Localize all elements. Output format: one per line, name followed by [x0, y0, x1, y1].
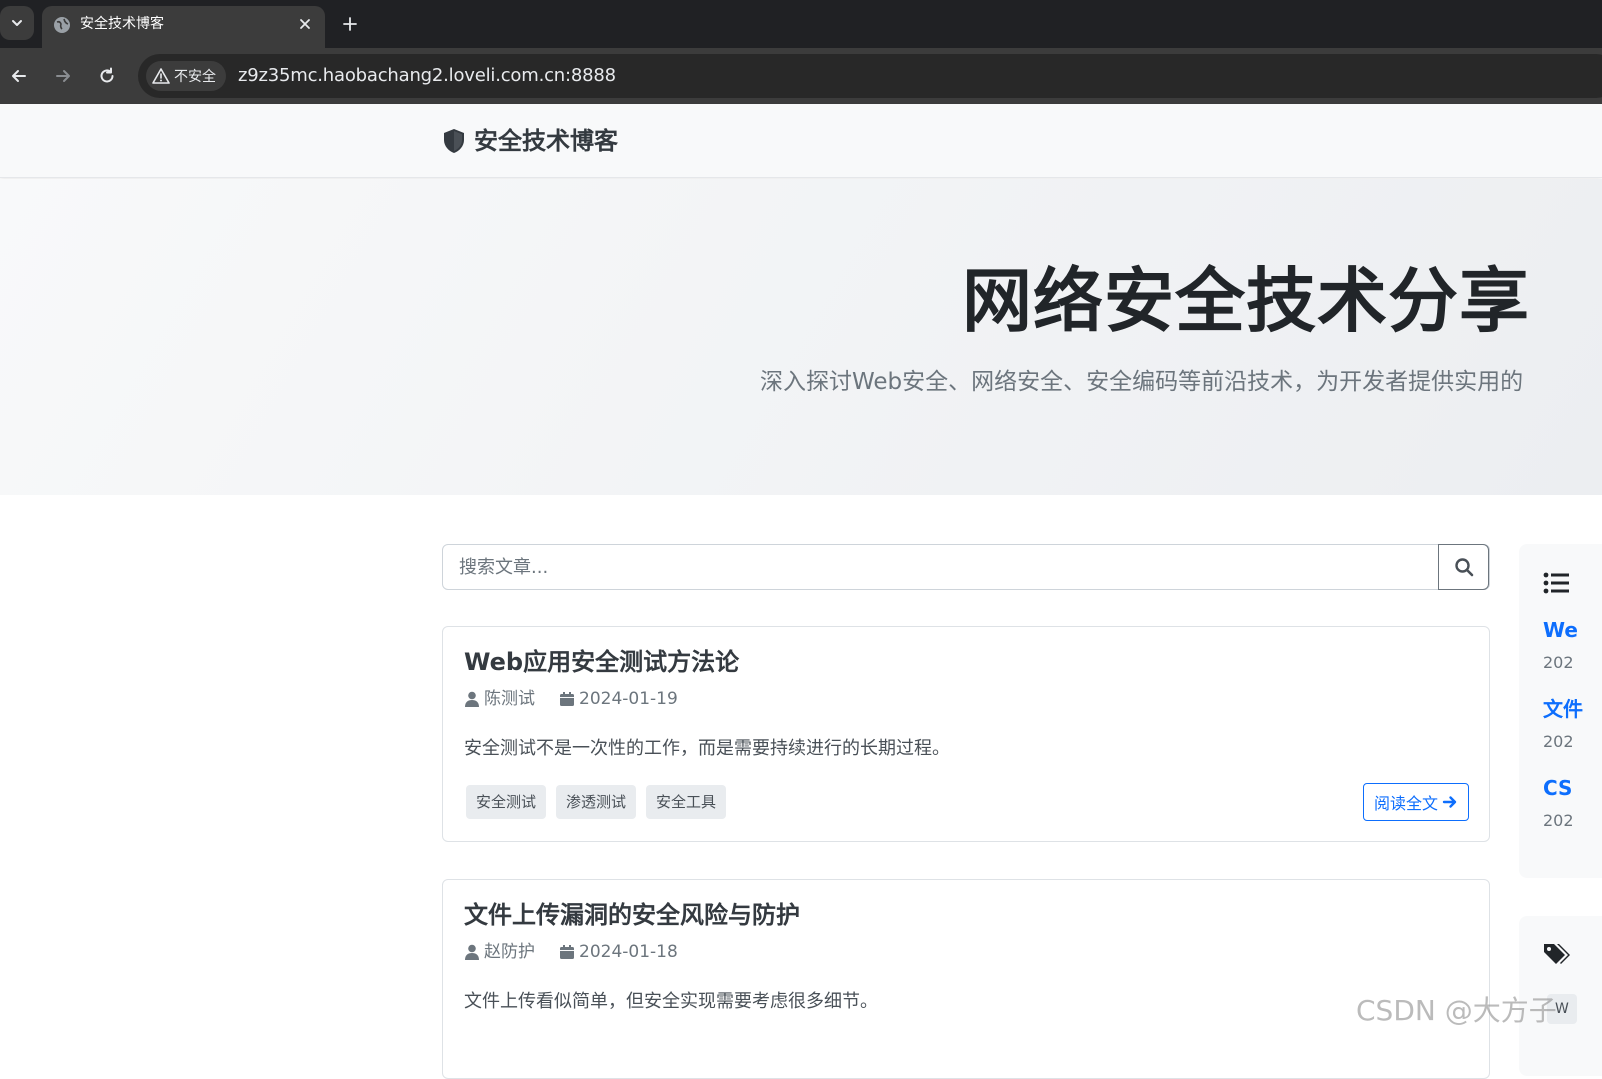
article-excerpt: 文件上传看似简单，但安全实现需要考虑很多细节。 [464, 991, 878, 1012]
browser-tabstrip: 安全技术博客 [0, 0, 1602, 48]
reload-icon [100, 67, 114, 83]
user-icon [465, 944, 479, 960]
tag-badge[interactable]: 安全工具 [646, 785, 727, 819]
read-more-label: 阅读全文 [1373, 794, 1438, 813]
arrow-left-icon [12, 70, 26, 82]
search-button[interactable] [1438, 544, 1489, 590]
security-label: 不安全 [174, 69, 216, 85]
new-tab-button[interactable] [336, 10, 364, 38]
url-text[interactable]: z9z35mc.haobachang2.loveli.com.cn:8888 [238, 65, 616, 87]
hero-title: 网络安全技术分享 [962, 260, 1530, 342]
date-meta: 2024-01-19 [559, 688, 678, 710]
reload-button[interactable] [91, 60, 123, 92]
recent-post-link[interactable]: 文件 [1543, 697, 1583, 721]
watermark-text: CSDN @大方子 [1356, 994, 1557, 1027]
chevron-down-icon [12, 20, 22, 26]
article-card: Web应用安全测试方法论 陈测试 2024-01-19 安全测试不是一次性的工作… [442, 626, 1490, 842]
shield-icon [444, 129, 464, 153]
tag-badge[interactable]: 渗透测试 [556, 785, 637, 819]
brand-text: 安全技术博客 [474, 127, 618, 155]
back-button[interactable] [3, 60, 35, 92]
tab-search-button[interactable] [0, 6, 34, 40]
user-icon [465, 691, 479, 707]
article-title[interactable]: 文件上传漏洞的安全风险与防护 [464, 898, 800, 932]
forward-button[interactable] [47, 60, 79, 92]
search-input[interactable] [443, 545, 1439, 589]
hero-section: 网络安全技术分享 深入探讨Web安全、网络安全、安全编码等前沿技术，为开发者提供… [0, 179, 1602, 495]
read-more-button[interactable]: 阅读全文 [1362, 783, 1469, 821]
plus-icon [343, 17, 357, 31]
article-excerpt: 安全测试不是一次性的工作，而是需要持续进行的长期过程。 [464, 738, 950, 759]
warning-triangle-icon [152, 68, 170, 84]
article-author: 陈测试 [484, 689, 535, 709]
tab-close-button[interactable] [293, 12, 317, 36]
arrow-right-icon [56, 70, 70, 82]
browser-toolbar: 不安全 z9z35mc.haobachang2.loveli.com.cn:88… [0, 48, 1602, 104]
site-navbar: 安全技术博客 [0, 104, 1602, 178]
search-bar [442, 544, 1490, 590]
article-date: 2024-01-18 [579, 942, 678, 962]
tag-badge[interactable]: 安全测试 [466, 785, 547, 819]
author-meta: 陈测试 [464, 688, 535, 710]
hero-subtitle: 深入探讨Web安全、网络安全、安全编码等前沿技术，为开发者提供实用的 [760, 369, 1524, 395]
article-tags: 安全测试 渗透测试 安全工具 [466, 785, 727, 819]
calendar-icon [560, 692, 574, 706]
recent-post-link[interactable]: CS [1543, 776, 1572, 800]
arrow-right-icon [1442, 796, 1457, 808]
site-brand[interactable]: 安全技术博客 [442, 126, 618, 156]
security-indicator[interactable]: 不安全 [146, 61, 226, 91]
address-bar[interactable]: 不安全 z9z35mc.haobachang2.loveli.com.cn:88… [138, 54, 1602, 98]
author-meta: 赵防护 [464, 941, 535, 963]
article-meta: 赵防护 2024-01-18 [464, 941, 702, 963]
recent-post-link[interactable]: We [1543, 618, 1578, 642]
browser-tab-active[interactable]: 安全技术博客 [42, 6, 325, 48]
article-card: 文件上传漏洞的安全风险与防护 赵防护 2024-01-18 文件上传看似简单，但… [442, 879, 1490, 1079]
recent-post-date: 202 [1543, 811, 1574, 830]
search-icon [1454, 558, 1473, 577]
date-meta: 2024-01-18 [559, 941, 678, 963]
article-date: 2024-01-19 [579, 689, 678, 709]
globe-icon [54, 17, 70, 33]
tab-title: 安全技术博客 [80, 16, 164, 32]
article-meta: 陈测试 2024-01-19 [464, 688, 702, 710]
close-icon [300, 19, 310, 29]
article-author: 赵防护 [484, 942, 535, 962]
recent-posts-widget: We 202 文件 202 CS 202 [1519, 544, 1602, 878]
tags-icon [1544, 944, 1570, 964]
recent-post-date: 202 [1543, 653, 1574, 672]
article-title[interactable]: Web应用安全测试方法论 [464, 645, 739, 679]
list-icon [1543, 572, 1569, 594]
calendar-icon [560, 945, 574, 959]
recent-post-date: 202 [1543, 732, 1574, 751]
